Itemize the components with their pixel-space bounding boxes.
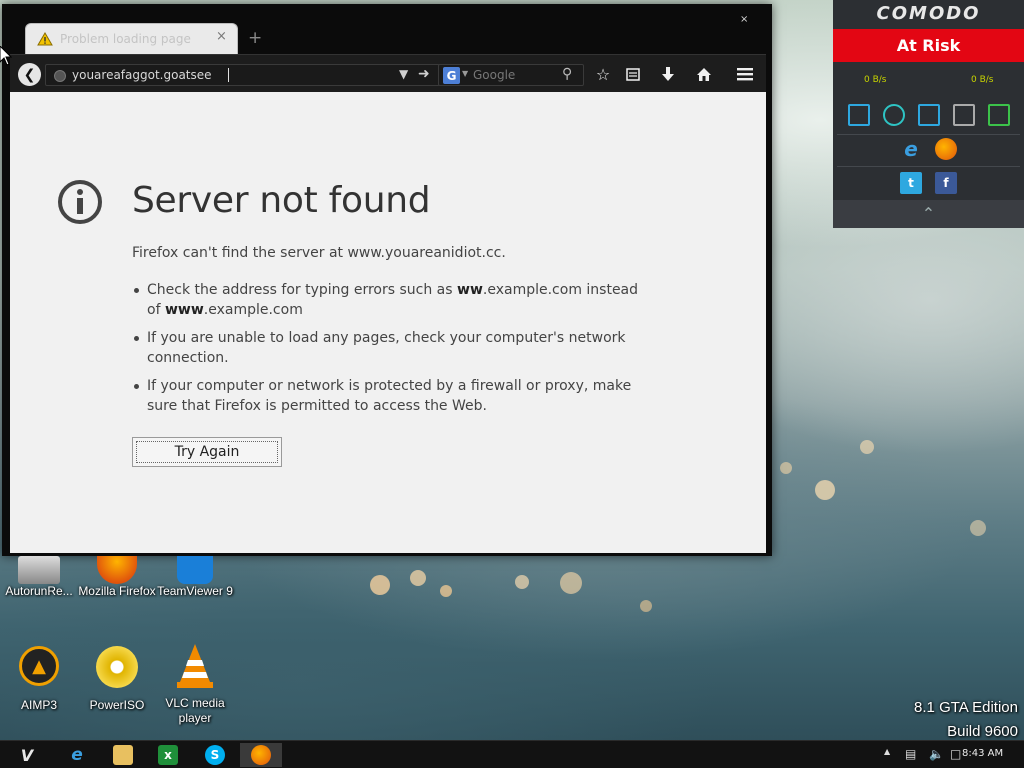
mouse-cursor-icon bbox=[0, 46, 12, 66]
bullet-bold: ww bbox=[457, 282, 483, 298]
desktop-icon-label: AIMP3 bbox=[20, 698, 57, 712]
new-tab-button[interactable]: + bbox=[248, 28, 262, 48]
desktop-icon-label: VLC media player bbox=[165, 696, 225, 725]
support-icon[interactable] bbox=[987, 104, 1010, 126]
home-icon[interactable] bbox=[693, 63, 715, 85]
desktop-icon-autorun[interactable]: AutorunRe... bbox=[0, 556, 78, 599]
info-icon bbox=[58, 180, 102, 224]
taskbar-firefox-icon[interactable] bbox=[251, 745, 271, 765]
upload-speed: 0 B/s bbox=[971, 75, 994, 85]
desktop-icon-label: AutorunRe... bbox=[5, 584, 73, 598]
desktop-icon-teamviewer[interactable]: TeamViewer 9 bbox=[156, 556, 234, 599]
facebook-icon[interactable]: f bbox=[935, 172, 957, 194]
firefox-icon[interactable] bbox=[935, 138, 957, 160]
window-close-button[interactable]: × bbox=[740, 14, 748, 25]
settings-icon[interactable] bbox=[952, 104, 975, 126]
menu-hamburger-icon[interactable] bbox=[734, 63, 756, 85]
taskbar-skype-icon[interactable]: S bbox=[205, 745, 225, 765]
comodo-social-row: t f bbox=[833, 172, 1024, 194]
firefox-window: Problem loading page × + × ❮ youareafagg… bbox=[2, 4, 772, 556]
google-icon[interactable]: G bbox=[443, 67, 460, 84]
list-item: If you are unable to load any pages, che… bbox=[132, 328, 652, 368]
search-bar[interactable]: G ▼ Google ⚲ bbox=[438, 64, 584, 86]
scan-icon[interactable] bbox=[882, 104, 905, 126]
vlc-icon bbox=[177, 644, 213, 688]
download-speed: 0 B/s bbox=[864, 75, 887, 85]
error-page: Server not found Firefox can't find the … bbox=[10, 92, 766, 553]
go-arrow-icon[interactable]: ➜ bbox=[418, 66, 430, 82]
taskbar-file-explorer-icon[interactable] bbox=[113, 745, 133, 765]
bookmarks-menu-icon[interactable] bbox=[622, 63, 644, 85]
text-cursor bbox=[228, 68, 229, 82]
list-item: Check the address for typing errors such… bbox=[132, 280, 652, 320]
tab-title: Problem loading page bbox=[60, 32, 191, 46]
navigation-toolbar: ❮ youareafaggot.goatsee ▼ ➜ G ▼ Google ⚲… bbox=[10, 54, 766, 92]
teamviewer-icon bbox=[177, 556, 213, 584]
taskbar-internet-explorer-icon[interactable]: e bbox=[67, 745, 87, 765]
search-placeholder[interactable]: Google bbox=[473, 68, 515, 82]
task-manager-icon[interactable] bbox=[917, 104, 940, 126]
internet-explorer-icon[interactable]: e bbox=[900, 137, 922, 161]
try-again-label: Try Again bbox=[136, 441, 278, 463]
download-arrow-icon[interactable] bbox=[657, 63, 679, 85]
url-bar[interactable]: youareafaggot.goatsee ▼ ➜ bbox=[45, 64, 440, 86]
bullet-text: .example.com bbox=[203, 302, 303, 318]
comodo-widget: COMODO At Risk 0 B/s 0 B/s e t f ⌃ bbox=[833, 0, 1024, 228]
divider bbox=[837, 166, 1020, 167]
taskbar-excel-icon[interactable]: x bbox=[158, 745, 178, 765]
comodo-tools-row bbox=[833, 104, 1024, 126]
desktop-icon-label: TeamViewer 9 bbox=[157, 584, 233, 598]
taskbar-clock[interactable]: 8:43 AM bbox=[962, 748, 1003, 759]
desktop-icon-firefox[interactable]: Mozilla Firefox bbox=[78, 556, 156, 599]
bullet-bold: www bbox=[164, 302, 204, 318]
poweriso-icon bbox=[96, 646, 138, 688]
comodo-browsers-row: e bbox=[833, 137, 1024, 161]
tray-message-icon[interactable]: □ bbox=[950, 747, 961, 761]
history-dropdown-icon[interactable]: ▼ bbox=[399, 67, 408, 81]
list-item: If your computer or network is protected… bbox=[132, 376, 652, 416]
aimp-icon: ▲ bbox=[19, 646, 59, 686]
error-title: Server not found bbox=[132, 180, 431, 221]
desktop-icon-poweriso[interactable]: PowerISO bbox=[78, 646, 156, 713]
tray-network-icon[interactable]: ▤ bbox=[905, 747, 916, 761]
error-suggestions: Check the address for typing errors such… bbox=[132, 280, 652, 424]
comodo-logo: COMODO bbox=[876, 3, 981, 24]
try-again-button[interactable]: Try Again bbox=[132, 437, 282, 467]
tray-volume-icon[interactable]: 🔈 bbox=[929, 747, 944, 761]
collapse-chevron-icon[interactable]: ⌃ bbox=[833, 200, 1024, 228]
start-button[interactable]: V bbox=[4, 742, 50, 768]
autorun-icon bbox=[18, 556, 60, 584]
back-arrow-icon[interactable]: ❮ bbox=[18, 63, 41, 86]
os-watermark-edition: 8.1 GTA Edition bbox=[914, 699, 1018, 716]
tab-close-icon[interactable]: × bbox=[216, 29, 227, 44]
firefox-icon bbox=[97, 556, 137, 584]
desktop-icon-label: Mozilla Firefox bbox=[78, 584, 156, 598]
desktop-icon-label: PowerISO bbox=[89, 698, 145, 712]
search-magnifier-icon[interactable]: ⚲ bbox=[562, 66, 572, 82]
bookmark-star-icon[interactable]: ☆ bbox=[592, 63, 614, 85]
taskbar: V e x S ▲ ▤ 🔈 □ 8:43 AM bbox=[0, 740, 1024, 768]
error-description: Firefox can't find the server at www.you… bbox=[132, 245, 506, 261]
twitter-icon[interactable]: t bbox=[900, 172, 922, 194]
tray-overflow-icon[interactable]: ▲ bbox=[884, 747, 890, 756]
sandbox-icon[interactable] bbox=[847, 104, 870, 126]
desktop-icon-vlc[interactable]: VLC media player bbox=[156, 642, 234, 726]
site-identity-icon[interactable] bbox=[54, 70, 66, 82]
desktop-icon-aimp[interactable]: ▲ AIMP3 bbox=[0, 646, 78, 713]
warning-icon bbox=[37, 32, 53, 46]
search-engine-dropdown-icon[interactable]: ▼ bbox=[462, 69, 468, 78]
url-text[interactable]: youareafaggot.goatsee bbox=[72, 68, 212, 82]
os-watermark-build: Build 9600 bbox=[947, 723, 1018, 740]
tab-problem-loading[interactable]: Problem loading page × bbox=[25, 23, 238, 54]
divider bbox=[837, 134, 1020, 135]
security-status-badge[interactable]: At Risk bbox=[833, 29, 1024, 62]
bullet-text: Check the address for typing errors such… bbox=[147, 282, 458, 298]
